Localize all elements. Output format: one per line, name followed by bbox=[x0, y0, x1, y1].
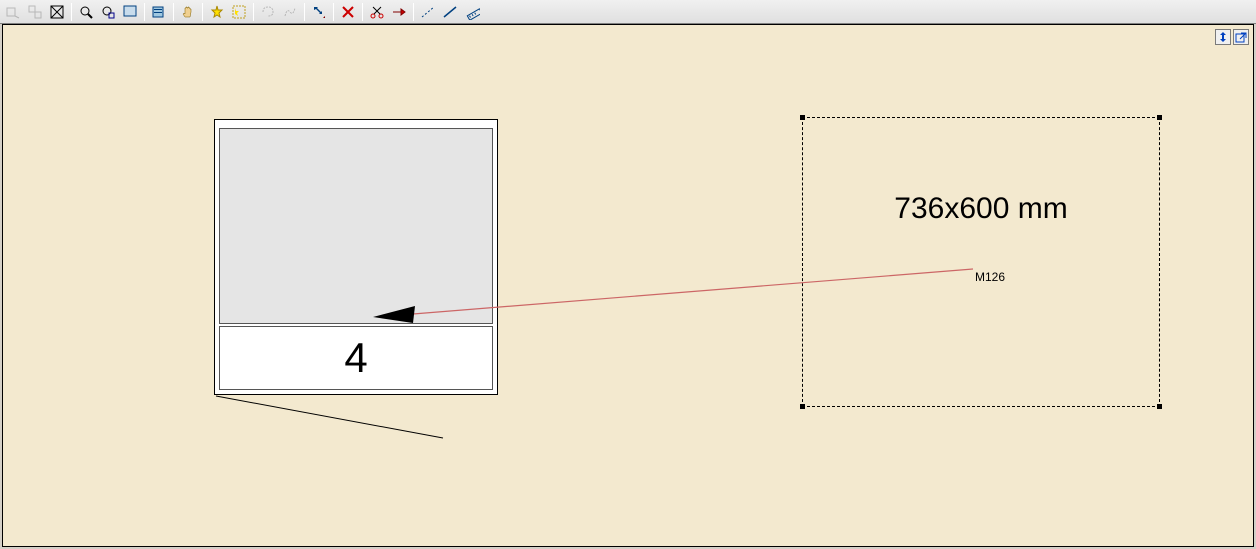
toolbar-separator bbox=[253, 3, 254, 21]
zoom-in-tool-button[interactable] bbox=[75, 2, 97, 22]
select-area-button[interactable] bbox=[228, 2, 250, 22]
arrow-right-red-button[interactable] bbox=[388, 2, 410, 22]
external-link-button[interactable] bbox=[1233, 29, 1249, 45]
selection-handle[interactable] bbox=[1157, 115, 1162, 120]
marker-label: M126 bbox=[975, 270, 1005, 284]
selection-handle[interactable] bbox=[1157, 404, 1162, 409]
delete-button[interactable] bbox=[337, 2, 359, 22]
toolbar-separator bbox=[71, 3, 72, 21]
panel-shape-body bbox=[219, 128, 493, 324]
zoom-extents-button[interactable] bbox=[97, 2, 119, 22]
panel-shape[interactable]: 4 bbox=[214, 119, 498, 395]
toolbar-separator bbox=[333, 3, 334, 21]
cut-button[interactable] bbox=[366, 2, 388, 22]
toolbar-separator bbox=[362, 3, 363, 21]
zoom-window-button[interactable] bbox=[2, 2, 24, 22]
zoom-out-button[interactable] bbox=[24, 2, 46, 22]
dimension-box[interactable]: 736x600 mm M126 bbox=[802, 117, 1160, 407]
toolbar-separator bbox=[202, 3, 203, 21]
panel-number-label: 4 bbox=[344, 334, 367, 382]
freehand-button[interactable] bbox=[279, 2, 301, 22]
new-star-button[interactable] bbox=[206, 2, 228, 22]
move-arrow-button[interactable] bbox=[308, 2, 330, 22]
toolbar-separator bbox=[413, 3, 414, 21]
drawing-canvas[interactable]: 4 736x600 mm M126 bbox=[2, 24, 1254, 547]
canvas-corner-buttons bbox=[1215, 29, 1249, 45]
properties-button[interactable] bbox=[148, 2, 170, 22]
panel-shape-footer: 4 bbox=[219, 326, 493, 390]
measure-button[interactable] bbox=[461, 2, 483, 22]
zoom-fit-button[interactable] bbox=[46, 2, 68, 22]
pan-button[interactable] bbox=[177, 2, 199, 22]
zoom-selected-button[interactable] bbox=[119, 2, 141, 22]
toolbar-separator bbox=[173, 3, 174, 21]
dimension-label: 736x600 mm bbox=[803, 192, 1159, 226]
main-toolbar bbox=[0, 0, 1256, 24]
line-dash-button[interactable] bbox=[417, 2, 439, 22]
line-solid-button[interactable] bbox=[439, 2, 461, 22]
resize-vertical-button[interactable] bbox=[1215, 29, 1231, 45]
toolbar-separator bbox=[144, 3, 145, 21]
lasso-button[interactable] bbox=[257, 2, 279, 22]
selection-handle[interactable] bbox=[800, 404, 805, 409]
toolbar-separator bbox=[304, 3, 305, 21]
selection-handle[interactable] bbox=[800, 115, 805, 120]
